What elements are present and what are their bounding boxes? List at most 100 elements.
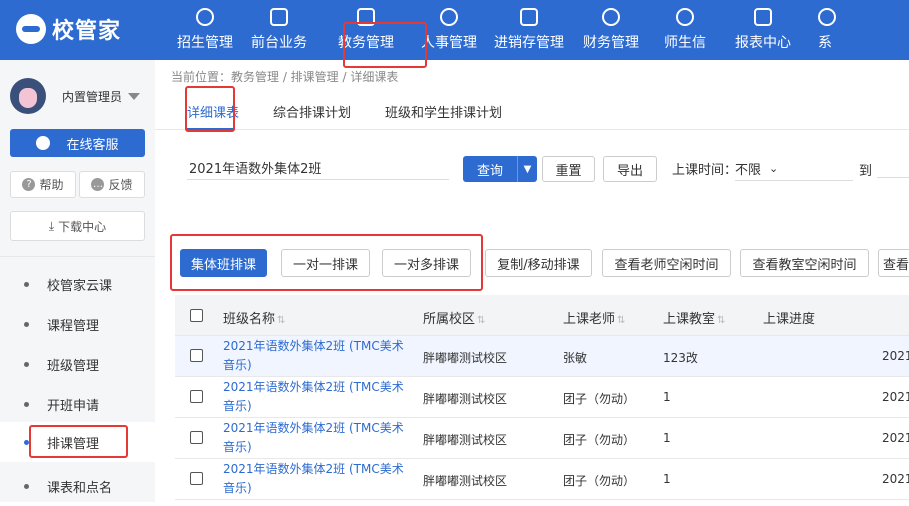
teacher-free-time-button[interactable]: 查看老师空闲时间 [602,249,731,277]
chevron-down-icon [128,92,141,100]
chevron-down-icon[interactable]: ▼ [518,164,537,175]
row-checkbox[interactable] [190,349,203,362]
question-icon: ? [22,178,36,191]
column-header-progress[interactable]: 上课进度 [763,308,815,327]
nav-item-finance[interactable]: 财务管理 [574,0,648,60]
one-to-many-scheduling-button[interactable]: 一对多排课 [382,249,471,277]
bullet-icon [24,401,29,407]
class-name-link[interactable]: 2021年语数外集体2班 (TMC美术音乐) [223,460,411,498]
column-header-campus[interactable]: 所属校区 ⇅ [423,308,485,327]
online-service-button[interactable]: 在线客服 [10,129,145,157]
class-name-link[interactable]: 2021年语数外集体2班 (TMC美术音乐) [223,419,411,457]
arrow-box-icon [520,8,538,26]
tab-comprehensive-plan[interactable]: 综合排课计划 [273,102,351,121]
teacher-cell: 团子（勿动） [563,433,636,447]
nav-item-label: 报表中心 [735,35,791,51]
search-input[interactable]: 2021年语数外集体2班 [187,158,449,180]
tab-detailed-schedule[interactable]: 详细课表 [187,102,239,121]
teacher-cell: 团子（勿动） [563,392,636,406]
nav-item-front-desk[interactable]: 前台业务 [240,0,318,60]
tab-bar: 详细课表 综合排课计划 班级和学生排课计划 [155,90,909,130]
class-time-label: 上课时间： [672,163,738,178]
sidebar-item-label: 排课管理 [47,436,100,452]
view-more-button[interactable]: 查看 [878,249,909,277]
teacher-cell: 团子（勿动） [563,474,636,488]
class-name-link[interactable]: 2021年语数外集体2班 (TMC美术音乐) [223,378,411,416]
person-plus-icon [196,8,214,26]
user-name: 内置管理员 [62,89,123,104]
download-center-button[interactable]: ⤓ 下载中心 [10,211,145,241]
nav-item-hr[interactable]: 人事管理 [414,0,484,60]
class-name-link[interactable]: 2021年语数外集体2班 (TMC美术音乐) [223,337,411,375]
query-button[interactable]: 查询 ▼ [463,156,537,182]
sidebar: 内置管理员 在线客服 ? 帮助 … 反馈 ⤓ 下载中心 校管家云课 课程管理 班… [0,60,155,502]
header-label: 班级名称 [223,312,276,327]
sidebar-item-cloud-course[interactable]: 校管家云课 [0,264,155,304]
settings-icon [818,8,836,26]
end-time-input[interactable] [877,177,909,178]
main-nav: 招生管理 前台业务 教务管理 人事管理 进销存管理 财务管理 师生信 报表中心 [170,0,849,60]
one-to-one-scheduling-button[interactable]: 一对一排课 [281,249,370,277]
sidebar-item-label: 课程管理 [47,318,100,334]
nav-item-label: 招生管理 [177,35,233,51]
logo-icon [16,14,46,44]
sidebar-item-class-application[interactable]: 开班申请 [0,384,155,424]
table-header: 班级名称 ⇅ 所属校区 ⇅ 上课老师 ⇅ 上课教室 ⇅ 上课进度 [175,295,909,336]
tab-class-student-plan[interactable]: 班级和学生排课计划 [385,102,502,121]
classroom-cell: 1 [663,390,671,404]
class-time-select[interactable]: 不限 ⌄ [735,157,853,181]
nav-item-label: 系 [818,35,832,51]
column-header-teacher[interactable]: 上课老师 ⇅ [563,308,625,327]
classroom-cell: 1 [663,431,671,445]
nav-item-academic[interactable]: 教务管理 [318,0,414,60]
nav-item-enrollment[interactable]: 招生管理 [170,0,240,60]
export-button[interactable]: 导出 [603,156,657,182]
sidebar-item-timetable[interactable]: 课表和点名 [0,466,155,506]
bullet-icon [24,483,29,489]
bullet-icon [24,439,29,445]
date-cell: 2021 [882,390,909,404]
user-menu[interactable]: 内置管理员 [10,78,141,114]
row-checkbox[interactable] [190,472,203,485]
campus-cell: 胖嘟嘟测试校区 [423,433,508,447]
date-cell: 2021 [882,349,909,363]
copy-move-scheduling-button[interactable]: 复制/移动排课 [485,249,592,277]
feedback-icon: … [91,178,105,191]
column-header-class-name[interactable]: 班级名称 ⇅ [223,308,285,327]
bar-chart-icon [754,8,772,26]
top-navigation-bar: 校管家 招生管理 前台业务 教务管理 人事管理 进销存管理 财务管理 师生信 报… [0,0,909,60]
reset-button[interactable]: 重置 [542,156,595,182]
nav-item-label: 进销存管理 [494,35,564,51]
help-button[interactable]: ? 帮助 [10,171,76,198]
nav-item-messages[interactable]: 师生信 [648,0,722,60]
table-row[interactable]: 2021年语数外集体2班 (TMC美术音乐) 胖嘟嘟测试校区 团子（勿动） 1 … [175,418,909,459]
feedback-label: 反馈 [108,178,133,192]
classroom-cell: 123改 [663,351,698,365]
classroom-free-time-button[interactable]: 查看教室空闲时间 [740,249,869,277]
table-row[interactable]: 2021年语数外集体2班 (TMC美术音乐) 胖嘟嘟测试校区 团子（勿动） 1 … [175,459,909,500]
sidebar-item-scheduling[interactable]: 排课管理 [0,422,155,462]
table-row[interactable]: 2021年语数外集体2班 (TMC美术音乐) 胖嘟嘟测试校区 张敏 123改 2… [175,336,909,377]
logo[interactable]: 校管家 [16,12,121,46]
chat-bubble-icon [36,136,51,150]
header-label: 上课老师 [563,312,616,327]
breadcrumb: 当前位置：教务管理 / 排课管理 / 详细课表 [171,70,399,84]
nav-item-label: 人事管理 [421,35,477,51]
class-time-value: 不限 [735,163,762,178]
column-header-classroom[interactable]: 上课教室 ⇅ [663,308,725,327]
row-checkbox[interactable] [190,431,203,444]
sidebar-item-course-management[interactable]: 课程管理 [0,304,155,344]
row-checkbox[interactable] [190,390,203,403]
nav-item-inventory[interactable]: 进销存管理 [484,0,574,60]
select-all-checkbox[interactable] [190,309,203,322]
sidebar-item-class-management[interactable]: 班级管理 [0,344,155,384]
table-row[interactable]: 2021年语数外集体2班 (TMC美术音乐) 胖嘟嘟测试校区 团子（勿动） 1 … [175,377,909,418]
nav-item-system[interactable]: 系 [804,0,849,60]
bullet-icon [24,281,29,287]
class-scheduling-button[interactable]: 集体班排课 [180,249,267,277]
nav-item-reports[interactable]: 报表中心 [722,0,804,60]
classroom-cell: 1 [663,472,671,486]
feedback-button[interactable]: … 反馈 [79,171,145,198]
sidebar-item-label: 班级管理 [47,358,100,374]
campus-cell: 胖嘟嘟测试校区 [423,474,508,488]
